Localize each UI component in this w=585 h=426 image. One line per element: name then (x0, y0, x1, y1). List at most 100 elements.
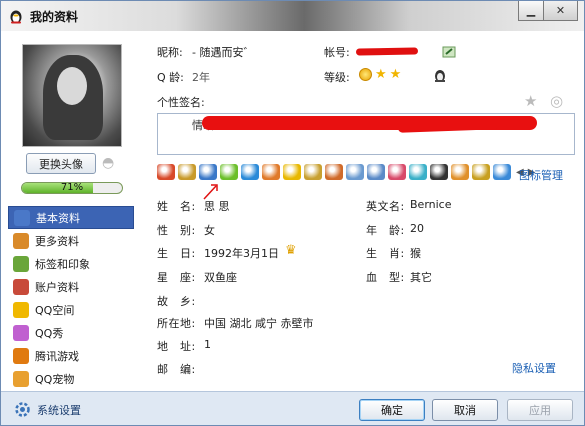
sidebar-item-label: 账户资料 (35, 280, 79, 294)
service-icon-strip: ◀ ▶ (157, 164, 537, 180)
constellation-value: 双鱼座 (204, 271, 237, 284)
birthday-value: 1992年3月1日 (204, 247, 279, 260)
sidebar-item-label: 腾讯游戏 (35, 349, 79, 363)
sidebar-item-label: 基本资料 (36, 211, 80, 225)
birthday-label: 生 日: (157, 247, 196, 260)
privacy-settings-link[interactable]: 隐私设置 (512, 360, 556, 376)
english-name-value: Bernice (410, 198, 452, 211)
blood-type-label: 血 型: (366, 271, 405, 284)
avatar-show-icon[interactable] (262, 164, 280, 180)
crown-icon: ♛ (285, 243, 297, 258)
sidebar-item-label: QQ空间 (35, 303, 75, 317)
qq-pet-icon (13, 370, 29, 387)
zodiac-value: 猴 (410, 247, 421, 260)
q-plus-icon[interactable] (241, 164, 259, 180)
sidebar-item-6[interactable]: 腾讯游戏 (8, 344, 134, 367)
address-value: 1 (204, 338, 211, 351)
qq-show-icon (13, 324, 29, 341)
signature-label: 个性签名: (157, 96, 205, 109)
sidebar-item-3[interactable]: 账户资料 (8, 275, 134, 298)
postcode-label: 邮 编: (157, 363, 196, 376)
account-label: 帐号: (324, 46, 350, 59)
gift-icon[interactable] (388, 164, 406, 180)
member-icon[interactable] (178, 164, 196, 180)
close-button[interactable]: ✕ (544, 1, 578, 21)
star-add-icon[interactable]: ★ (524, 92, 537, 110)
minimize-button[interactable]: ▁ (518, 1, 544, 21)
pet-icon[interactable] (325, 164, 343, 180)
sidebar-item-4[interactable]: QQ空间 (8, 298, 134, 321)
sidebar-item-1[interactable]: 更多资料 (8, 229, 134, 252)
system-settings-link[interactable]: 系统设置 (14, 401, 81, 418)
butterfly-icon[interactable] (493, 164, 511, 180)
gender-label: 性 别: (157, 224, 196, 237)
music-icon[interactable] (304, 164, 322, 180)
age-label: Q 龄: (157, 71, 184, 84)
account-redaction (355, 47, 419, 56)
sidebar-item-label: QQ宠物 (35, 372, 75, 386)
sidebar-item-2[interactable]: 标签和印象 (8, 252, 134, 275)
name-value: 思 思 (204, 200, 230, 213)
highlight-icon[interactable] (199, 164, 217, 180)
age-value: 2年 (192, 71, 210, 84)
blood-type-value: 其它 (410, 271, 432, 284)
avatar[interactable] (22, 44, 122, 147)
account-edit-icon[interactable] (442, 45, 456, 59)
nickname-value: - 随遇而安゛ (192, 46, 255, 59)
sidebar-item-label: QQ秀 (35, 326, 64, 340)
gear-icon (15, 402, 30, 417)
level-sun-icon (359, 68, 372, 81)
vip-icon[interactable] (157, 164, 175, 180)
profile-completion-bar: 71% (21, 182, 123, 194)
sidebar-item-label: 更多资料 (35, 234, 79, 248)
footer-bar: 系统设置 确定 取消 应用 (1, 391, 584, 425)
english-name-label: 英文名: (366, 200, 405, 213)
zodiac-label: 生 肖: (366, 247, 405, 260)
star-service-icon[interactable] (283, 164, 301, 180)
profile-window: 我的资料 ▁ ✕ 更换头像 ◓ 71% 基本资料更多资料标签和印象账户资料 QQ空… (0, 0, 585, 426)
mail-icon[interactable] (367, 164, 385, 180)
qq-penguin-icon (10, 10, 22, 24)
level-label: 等级: (324, 71, 350, 84)
window-title: 我的资料 (30, 10, 79, 24)
sidebar-item-7[interactable]: QQ宠物 (8, 367, 134, 390)
main-panel: 昵称: - 随遇而安゛ 帐号: Q 龄: 2年 等级: ★ ★ 个性签名: ★ ◎… (146, 31, 584, 391)
left-panel: 更换头像 ◓ 71% 基本资料更多资料标签和印象账户资料 QQ空间 QQ秀腾讯游戏 Q… (1, 31, 146, 391)
title-bar[interactable]: 我的资料 ▁ ✕ (1, 1, 584, 31)
system-settings-label: 系统设置 (37, 403, 81, 417)
level-star-icon: ★ (375, 67, 387, 82)
qzone-star-icon (13, 301, 29, 318)
signature-box[interactable]: 情暗 (157, 113, 575, 155)
close-icon: ✕ (555, 4, 566, 17)
chat-bubble-icon[interactable] (220, 164, 238, 180)
minimize-icon: ▁ (526, 4, 536, 17)
trophy-icon[interactable] (472, 164, 490, 180)
location-value: 中国 湖北 咸宁 赤壁市 (204, 317, 314, 330)
apply-button[interactable]: 应用 (507, 399, 573, 421)
sidebar-item-5[interactable]: QQ秀 (8, 321, 134, 344)
paint-icon[interactable] (451, 164, 469, 180)
sidebar-item-0[interactable]: 基本资料 (8, 206, 134, 229)
game-icon[interactable] (346, 164, 364, 180)
nickname-label: 昵称: (157, 46, 183, 59)
photo-icon[interactable] (409, 164, 427, 180)
level-star-icon: ★ (389, 67, 402, 82)
history-icon[interactable]: ◎ (550, 92, 563, 110)
avatar-face (57, 67, 87, 105)
address-label: 地 址: (157, 340, 196, 353)
gender-value: 女 (204, 224, 215, 237)
age-field-label: 年 龄: (366, 224, 405, 237)
age-field-value: 20 (410, 222, 424, 235)
account-icon (13, 278, 29, 295)
level-badges: ★ ★ (359, 67, 401, 82)
ok-button[interactable]: 确定 (359, 399, 425, 421)
basic-info-icon (14, 209, 30, 226)
location-label: 所在地: (157, 317, 196, 330)
change-avatar-button[interactable]: 更换头像 (26, 153, 96, 174)
qq-show-ghost-icon[interactable]: ◓ (102, 155, 118, 171)
side-nav: 基本资料更多资料标签和印象账户资料 QQ空间 QQ秀腾讯游戏 QQ宠物 (8, 206, 134, 390)
qq-penguin-level-icon[interactable] (432, 67, 448, 83)
penguin-service-icon[interactable] (430, 164, 448, 180)
cancel-button[interactable]: 取消 (432, 399, 498, 421)
icon-manage-link[interactable]: 图标管理 (519, 167, 563, 183)
